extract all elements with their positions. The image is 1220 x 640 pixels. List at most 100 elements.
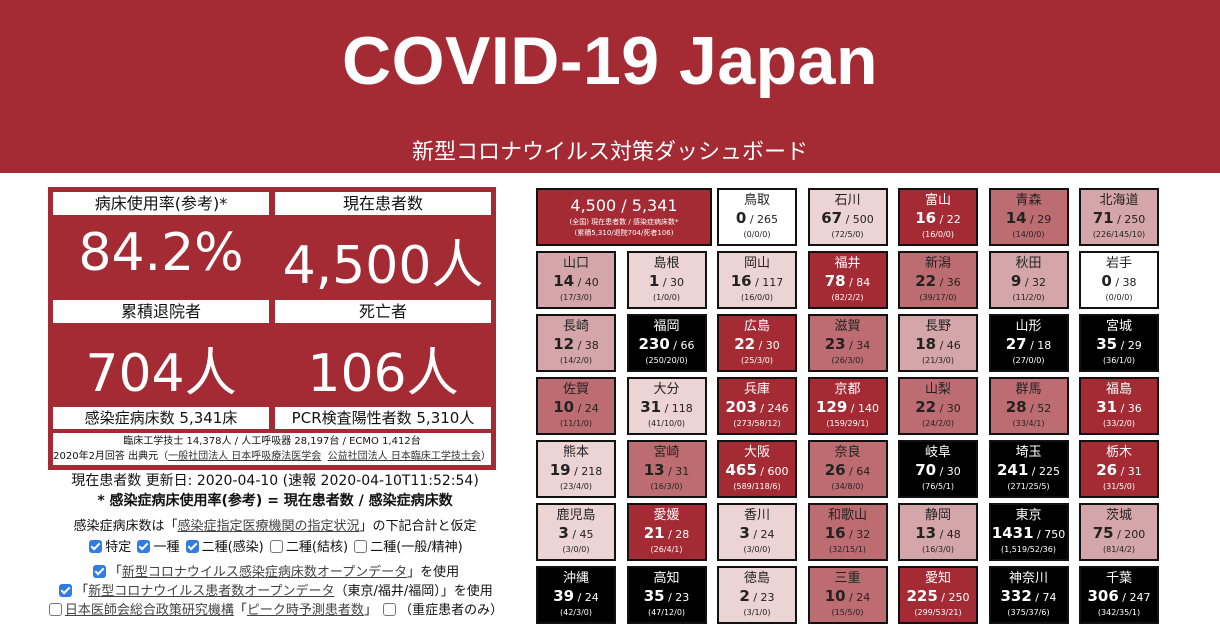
prefecture-cell[interactable]: 神奈川 332 / 74 (375/37/6) [988, 566, 1069, 624]
prefecture-cell[interactable]: 山口 14 / 40 (17/3/0) [536, 251, 616, 309]
prefecture-cell[interactable]: 福島 31 / 36 (33/2/0) [1079, 377, 1159, 435]
source-link-jsrcm[interactable]: 一般社団法人 日本呼吸療法医学会 [168, 451, 321, 462]
patients-suffix: （東京/福井/福岡）」を使用 [334, 584, 493, 599]
prefecture-cell[interactable]: 東京 1431 / 750 (1,519/52/36) [988, 503, 1069, 561]
case-breakdown: (3/0/0) [743, 545, 771, 554]
peak-forecast-link[interactable]: ピーク時予測患者数 [247, 603, 364, 618]
prefecture-cell[interactable]: 長野 18 / 46 (21/3/0) [898, 314, 978, 372]
source-suffix: ） [480, 451, 491, 462]
prefecture-name: 大阪 [743, 445, 770, 460]
case-breakdown: (33/2/0) [1103, 419, 1135, 428]
case-breakdown: (21/3/0) [922, 356, 954, 365]
case-breakdown: (11/1/0) [560, 419, 592, 428]
prefecture-cell[interactable]: 奈良 26 / 64 (34/8/0) [807, 440, 888, 498]
prefecture-name: 徳島 [743, 571, 770, 586]
prefecture-name: 京都 [834, 382, 861, 397]
prefecture-cell[interactable]: 千葉 306 / 247 (342/35/1) [1079, 566, 1159, 624]
prefecture-cell[interactable]: 愛知 225 / 250 (299/53/21) [898, 566, 978, 624]
designation-status-link[interactable]: 感染症指定医療機関の指定状況 [177, 519, 359, 534]
current-patients: 16 [915, 209, 937, 227]
prefecture-cell[interactable]: 岩手 0 / 38 (0/0/0) [1079, 251, 1159, 309]
open-data-suffix: 」を使用 [407, 565, 460, 580]
bed-count: / 66 [669, 339, 695, 352]
prefecture-name: 富山 [924, 193, 951, 208]
prefecture-cell[interactable]: 岐阜 70 / 30 (76/5/1) [898, 440, 978, 498]
prefecture-cell[interactable]: 山形 27 / 18 (27/0/0) [988, 314, 1069, 372]
prefecture-cell[interactable]: 徳島 2 / 23 (3/1/0) [717, 566, 797, 624]
current-patients: 70 [915, 461, 937, 479]
prefecture-cell[interactable]: 山梨 22 / 30 (24/2/0) [898, 377, 978, 435]
prefecture-cell[interactable]: 高知 35 / 23 (47/12/0) [626, 566, 707, 624]
prefecture-ratio: 23 / 34 [810, 336, 886, 354]
prefecture-cell[interactable]: 群馬 28 / 52 (33/4/1) [988, 377, 1069, 435]
prefecture-cell[interactable]: 滋賀 23 / 34 (26/3/0) [807, 314, 888, 372]
bed-count: / 28 [664, 528, 690, 541]
prefecture-cell[interactable]: 北海道 71 / 250 (226/145/10) [1079, 188, 1159, 246]
prefecture-cell[interactable]: 秋田 9 / 32 (11/2/0) [988, 251, 1069, 309]
bed-count: / 24 [574, 402, 599, 415]
prefecture-cell[interactable]: 佐賀 10 / 24 (11/1/0) [536, 377, 616, 435]
prefecture-cell[interactable]: 長崎 12 / 38 (14/2/0) [536, 314, 616, 372]
prefecture-cell[interactable]: 岡山 16 / 117 (16/0/0) [717, 251, 797, 309]
prefecture-cell[interactable]: 広島 22 / 30 (25/3/0) [717, 314, 797, 372]
jmari-link[interactable]: 日本医師会総合政策研究機構 [65, 603, 234, 618]
prefecture-cell[interactable]: 茨城 75 / 200 (81/4/2) [1079, 503, 1159, 561]
prefecture-cell[interactable]: 三重 10 / 24 (15/5/0) [807, 566, 888, 624]
prefecture-cell[interactable]: 香川 3 / 24 (3/0/0) [717, 503, 797, 561]
checkbox-severe-only[interactable] [383, 603, 397, 616]
deaths-value: 106人 [307, 344, 459, 404]
prefecture-cell[interactable]: 大分 31 / 118 (41/10/0) [626, 377, 707, 435]
case-breakdown: (32/15/1) [828, 545, 867, 554]
prefecture-cell[interactable]: 静岡 13 / 48 (16/3/0) [898, 503, 978, 561]
bed-count: / 23 [749, 591, 775, 604]
prefecture-name: 青森 [1015, 193, 1042, 208]
current-patients: 129 [815, 398, 848, 416]
prefecture-ratio: 27 / 18 [991, 336, 1067, 354]
national-total-cell[interactable]: 4,500 / 5,341 (全国) 現在患者数 / 感染症病床数* (累積5,… [536, 188, 712, 246]
prefecture-cell[interactable]: 栃木 26 / 31 (31/5/0) [1079, 440, 1159, 498]
case-breakdown: (250/20/0) [645, 356, 688, 365]
checkbox-specific[interactable] [89, 540, 103, 553]
prefecture-cell[interactable]: 和歌山 16 / 32 (32/15/1) [807, 503, 888, 561]
prefecture-cell[interactable]: 熊本 19 / 218 (23/4/0) [536, 440, 616, 498]
prefecture-cell[interactable]: 石川 67 / 500 (72/5/0) [807, 188, 888, 246]
prefecture-name: 広島 [743, 319, 770, 334]
prefecture-cell[interactable]: 愛媛 21 / 28 (26/4/1) [626, 503, 707, 561]
prefecture-cell[interactable]: 埼玉 241 / 225 (271/25/5) [988, 440, 1069, 498]
pcr-footer: PCR検査陽性者数 5,310人 [275, 407, 491, 429]
bed-count: / 38 [1111, 276, 1137, 289]
prefecture-cell[interactable]: 兵庫 203 / 246 (273/58/12) [717, 377, 797, 435]
prefecture-cell[interactable]: 沖縄 39 / 24 (42/3/0) [536, 566, 616, 624]
current-patients: 31 [1096, 398, 1118, 416]
prefecture-cell[interactable]: 京都 129 / 140 (159/29/1) [807, 377, 888, 435]
current-patients: 13 [643, 461, 665, 479]
checkbox-tb[interactable] [269, 540, 283, 553]
source-link-jacet[interactable]: 公益社団法人 日本臨床工学技士会 [328, 451, 481, 462]
prefecture-cell[interactable]: 宮崎 13 / 31 (16/3/0) [626, 440, 707, 498]
prefecture-cell[interactable]: 青森 14 / 29 (14/0/0) [988, 188, 1069, 246]
prefecture-ratio: 35 / 29 [1081, 336, 1157, 354]
prefecture-cell[interactable]: 鹿児島 3 / 45 (3/0/0) [536, 503, 616, 561]
checkbox-jmari[interactable] [48, 603, 62, 616]
current-patients: 27 [1005, 335, 1027, 353]
prefecture-name: 佐賀 [562, 382, 589, 397]
open-beds-link[interactable]: 新型コロナウイルス感染症病床数オープンデータ [122, 565, 407, 580]
checkbox-general[interactable] [354, 540, 368, 553]
open-patients-link[interactable]: 新型コロナウイルス患者数オープンデータ [88, 584, 334, 599]
case-breakdown: (25/3/0) [741, 356, 773, 365]
prefecture-cell[interactable]: 大阪 465 / 600 (589/118/6) [717, 440, 797, 498]
prefecture-ratio: 241 / 225 [991, 462, 1067, 480]
prefecture-cell[interactable]: 福井 78 / 84 (82/2/2) [807, 251, 888, 309]
prefecture-cell[interactable]: 富山 16 / 22 (16/0/0) [898, 188, 978, 246]
prefecture-ratio: 18 / 46 [900, 336, 976, 354]
checkbox-class2[interactable] [185, 540, 199, 553]
checkbox-class1[interactable] [137, 540, 151, 553]
prefecture-name: 神奈川 [1008, 571, 1048, 586]
checkbox-open-beds[interactable] [92, 565, 106, 578]
prefecture-cell[interactable]: 福岡 230 / 66 (250/20/0) [626, 314, 707, 372]
prefecture-cell[interactable]: 新潟 22 / 36 (39/17/0) [898, 251, 978, 309]
prefecture-cell[interactable]: 島根 1 / 30 (1/0/0) [626, 251, 707, 309]
prefecture-cell[interactable]: 宮城 35 / 29 (36/1/0) [1079, 314, 1159, 372]
prefecture-cell[interactable]: 鳥取 0 / 265 (0/0/0) [717, 188, 797, 246]
checkbox-open-patients[interactable] [59, 584, 73, 597]
